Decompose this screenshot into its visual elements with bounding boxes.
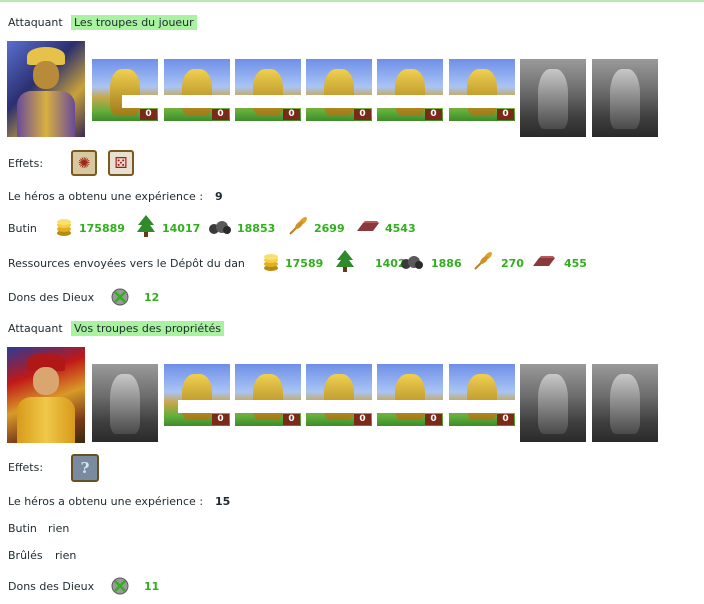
gods-gifts-label-1: Dons des Dieux (8, 291, 95, 304)
unit-count-badge: 0 (425, 109, 442, 120)
gods-gifts-value-2: 11 (144, 580, 160, 593)
unit-slot-2-5[interactable]: 0 (377, 364, 443, 426)
xp-label-2: Le héros a obtenu une expérience : (8, 495, 204, 508)
gods-gifts-label-2: Dons des Dieux (8, 580, 95, 593)
wood-tree-icon (137, 215, 155, 237)
unit-slot-1-7[interactable] (520, 59, 586, 137)
unit-slot-1-4[interactable]: 0 (306, 59, 372, 121)
iron-ingot-icon (357, 221, 379, 231)
unit-slot-2-2[interactable]: 0 (164, 364, 230, 426)
dice-effect-icon[interactable]: ⚄ (108, 150, 134, 176)
ore-stone-icon (209, 221, 231, 234)
attacker-label-1: Attaquant (8, 16, 63, 29)
unit-count-badge: 0 (497, 109, 514, 120)
unit-slot-2-6[interactable]: 0 (449, 364, 515, 426)
iron-ingot-icon (533, 256, 555, 266)
loot-ore-value: 18853 (237, 222, 276, 235)
effects-label-2: Effets: (8, 461, 44, 474)
loot-gold-value: 175889 (79, 222, 125, 235)
gods-gifts-value-1: 12 (144, 291, 160, 304)
unit-slot-2-1[interactable] (92, 364, 158, 442)
hero-portrait-2[interactable] (7, 347, 85, 443)
loot-label-1: Butin (8, 222, 37, 235)
unit-slot-1-8[interactable] (592, 59, 658, 137)
unit-count-badge: 0 (354, 414, 371, 425)
unit-count-badge: 0 (354, 109, 371, 120)
wheat-icon (474, 252, 492, 270)
effects-label-1: Effets: (8, 157, 44, 170)
unit-count-badge: 0 (283, 109, 300, 120)
gods-gift-icon (111, 577, 129, 595)
loot-value-2: rien (48, 522, 70, 535)
unit-slot-2-8[interactable] (592, 364, 658, 442)
ore-stone-icon (401, 256, 423, 269)
unit-slot-2-3[interactable]: 0 (235, 364, 301, 426)
burned-label: Brûlés (8, 549, 43, 562)
unit-slot-1-3[interactable]: 0 (235, 59, 301, 121)
unit-slot-1-2[interactable]: 0 (164, 59, 230, 121)
sent-wheat-value: 270 (501, 257, 524, 270)
unit-count-badge: 0 (212, 109, 229, 120)
unit-slot-2-4[interactable]: 0 (306, 364, 372, 426)
wheat-icon (289, 217, 307, 235)
unit-slot-1-1[interactable]: 0 (92, 59, 158, 121)
sent-resources-label: Ressources envoyées vers le Dépôt du dan (8, 257, 245, 270)
wood-tree-icon (336, 250, 354, 272)
troop-group-label-2: Vos troupes des propriétés (71, 321, 225, 336)
unit-count-badge: 0 (283, 414, 300, 425)
unit-slot-1-5[interactable]: 0 (377, 59, 443, 121)
unit-count-badge: 0 (425, 414, 442, 425)
war-drums-effect-icon[interactable]: ✺ (71, 150, 97, 176)
loot-iron-value: 4543 (385, 222, 416, 235)
troop-group-label-1: Les troupes du joueur (71, 15, 197, 30)
loot-wood-value: 14017 (162, 222, 201, 235)
xp-value-1: 9 (215, 190, 223, 203)
unit-slot-1-6[interactable]: 0 (449, 59, 515, 121)
unknown-question-effect-icon[interactable]: ? (71, 454, 99, 482)
xp-value-2: 15 (215, 495, 231, 508)
sent-iron-value: 455 (564, 257, 587, 270)
sent-ore-value: 1886 (431, 257, 462, 270)
gold-coins-icon (264, 254, 278, 271)
unit-count-badge: 0 (497, 414, 514, 425)
attacker-label-2: Attaquant (8, 322, 63, 335)
sent-gold-value: 17589 (285, 257, 324, 270)
unit-count-badge: 0 (212, 414, 229, 425)
hero-portrait-1[interactable] (7, 41, 85, 137)
gold-coins-icon (57, 219, 71, 236)
xp-label-1: Le héros a obtenu une expérience : (8, 190, 204, 203)
burned-value: rien (55, 549, 77, 562)
unit-count-badge: 0 (140, 109, 157, 120)
gods-gift-icon (111, 288, 129, 306)
loot-wheat-value: 2699 (314, 222, 345, 235)
unit-slot-2-7[interactable] (520, 364, 586, 442)
top-divider (0, 0, 704, 2)
loot-label-2: Butin (8, 522, 37, 535)
